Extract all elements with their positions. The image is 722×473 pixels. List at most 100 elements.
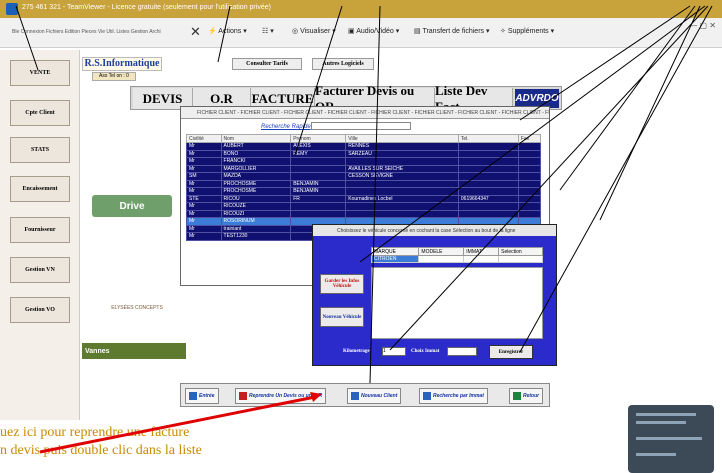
table-row[interactable]: Mr FRANCKI [186,157,542,166]
client-cell[interactable] [517,164,542,173]
reprendre-devis-or-button[interactable]: Reprendre Un Devis ou un O.R [235,388,327,404]
mileage-input[interactable]: 1 [382,347,406,356]
client-cell[interactable] [517,209,542,218]
keep-vehicle-info-button[interactable]: Garder les Infos Véhicule [320,274,364,294]
client-cell[interactable]: Kournadines Locbel [345,194,459,203]
client-cell[interactable]: TEST1230 [220,232,292,241]
client-cell[interactable] [517,157,542,166]
client-col-header[interactable]: Prenom [290,134,347,143]
client-cell[interactable]: RICOUZI [220,209,292,218]
client-cell[interactable] [457,202,519,211]
nouveau-client-button[interactable]: Nouveau Client [347,388,402,404]
client-cell[interactable]: CESSON SEVIGNE [345,172,459,181]
nav-fournisseur-button[interactable]: Fournisseur [10,217,70,243]
client-cell[interactable] [290,164,347,173]
consulter-tarifs-button[interactable]: Consulter Tarifs [232,58,302,70]
client-cell[interactable]: REMY [290,149,347,158]
client-cell[interactable]: BONO [220,149,292,158]
teamviewer-chat-panel[interactable] [628,405,714,473]
client-cell[interactable]: ALEXIS [290,142,347,151]
client-cell[interactable] [517,179,542,188]
client-file-tabs[interactable]: FICHIER CLIENT - FICHIER CLIENT - FICHIE… [181,107,549,119]
client-cell[interactable]: Mr [186,217,222,226]
client-cell[interactable]: Mr [186,224,222,233]
client-col-header[interactable]: Nom [220,134,292,143]
client-cell[interactable]: Mr [186,157,222,166]
client-cell[interactable] [457,164,519,173]
nav-gestion-vo-button[interactable]: Gestion VO [10,297,70,323]
client-cell[interactable] [457,142,519,151]
client-col-header[interactable]: Civilité [186,134,222,143]
vehicle-cell[interactable] [498,255,543,263]
client-cell[interactable]: PROCHOSME [220,187,292,196]
client-cell[interactable]: ROSORINUM [220,217,292,226]
nav-gestion-vn-button[interactable]: Gestion VN [10,257,70,283]
grid-menu-icon[interactable]: ☷ ▾ [262,27,274,35]
client-cell[interactable]: RICOUZE [220,202,292,211]
client-cell[interactable] [517,202,542,211]
table-row[interactable]: Mr PROCHOSME BENJAMIN [186,187,542,196]
client-cell[interactable] [345,202,459,211]
client-cell[interactable] [517,187,542,196]
vehicle-cell[interactable] [463,255,500,263]
table-row[interactable]: Mr PROCHOSME BENJAMIN [186,179,542,188]
client-cell[interactable]: Mr [186,149,222,158]
table-row[interactable]: SM MAZDA CESSON SEVIGNE [186,172,542,181]
table-row[interactable]: Mr RICOUZE [186,202,542,211]
client-cell[interactable]: PROCHOSME [220,179,292,188]
plate-choice-input[interactable] [447,347,477,356]
nav-encaissement-button[interactable]: Encaissement [10,176,70,202]
client-col-header[interactable]: Tel. [457,134,519,143]
entree-button[interactable]: Entrée [185,388,219,404]
client-cell[interactable]: Mr [186,164,222,173]
client-cell[interactable] [457,209,519,218]
close-session-icon[interactable]: ✕ [190,24,201,40]
client-cell[interactable]: SM [186,172,222,181]
client-cell[interactable] [517,172,542,181]
client-cell[interactable] [517,142,542,151]
nav-vente-button[interactable]: VENTE [10,60,70,86]
audio-video-menu[interactable]: ▣ Audio/Vidéo ▾ [348,27,399,35]
table-row[interactable]: CITROEN [370,255,543,263]
client-cell[interactable] [345,209,459,218]
client-cell[interactable]: 0619664347 [457,194,519,203]
vehicle-cell[interactable] [418,255,465,263]
window-controls[interactable]: — ▢ ✕ [689,21,716,30]
client-cell[interactable]: SARZEAU [345,149,459,158]
client-cell[interactable] [457,179,519,188]
quick-search-input[interactable] [311,122,411,130]
client-cell[interactable] [457,149,519,158]
client-cell[interactable]: AVAILLES SUR SEICHE [345,164,459,173]
table-row[interactable]: STE RICOU FR Kournadines Locbel 0619664347 [186,194,542,203]
app-menu-bar[interactable]: Ble Connexion Fichiers Edition Pieces Vi… [12,29,161,35]
table-row[interactable]: Mr MARGOLLIER AVAILLES SUR SEICHE [186,164,542,173]
new-vehicle-button[interactable]: Nouveau Véhicule [320,307,364,327]
nav-stats-button[interactable]: STATS [10,137,70,163]
client-cell[interactable] [345,179,459,188]
recherche-immat-button[interactable]: Recherche par Immat [419,388,488,404]
client-cell[interactable]: Mr [186,209,222,218]
client-cell[interactable]: Mr [186,232,222,241]
client-cell[interactable]: BENJAMIN [290,187,347,196]
client-cell[interactable]: MARGOLLIER [220,164,292,173]
client-cell[interactable]: BENJAMIN [290,179,347,188]
table-row[interactable]: Mr AUBERT ALEXIS RENNES [186,142,542,151]
client-cell[interactable]: RICOU [220,194,292,203]
table-row[interactable]: Mr BONO REMY SARZEAU [186,149,542,158]
client-cell[interactable] [290,202,347,211]
client-cell[interactable]: MAZDA [220,172,292,181]
file-transfer-menu[interactable]: ▤ Transfert de fichiers ▾ [414,27,490,35]
client-cell[interactable] [345,157,459,166]
client-cell[interactable]: FR [290,194,347,203]
client-cell[interactable]: FRANCKI [220,157,292,166]
client-cell[interactable]: Mr [186,187,222,196]
client-cell[interactable] [345,187,459,196]
vehicle-cell[interactable]: CITROEN [370,255,420,263]
client-cell[interactable] [517,194,542,203]
nav-cpte-client-button[interactable]: Cpte Client [10,100,70,126]
client-col-header[interactable]: Fax [517,134,542,143]
client-cell[interactable]: STE [186,194,222,203]
client-cell[interactable] [457,157,519,166]
client-cell[interactable]: Mr [186,142,222,151]
retour-button[interactable]: Retour [509,388,544,404]
